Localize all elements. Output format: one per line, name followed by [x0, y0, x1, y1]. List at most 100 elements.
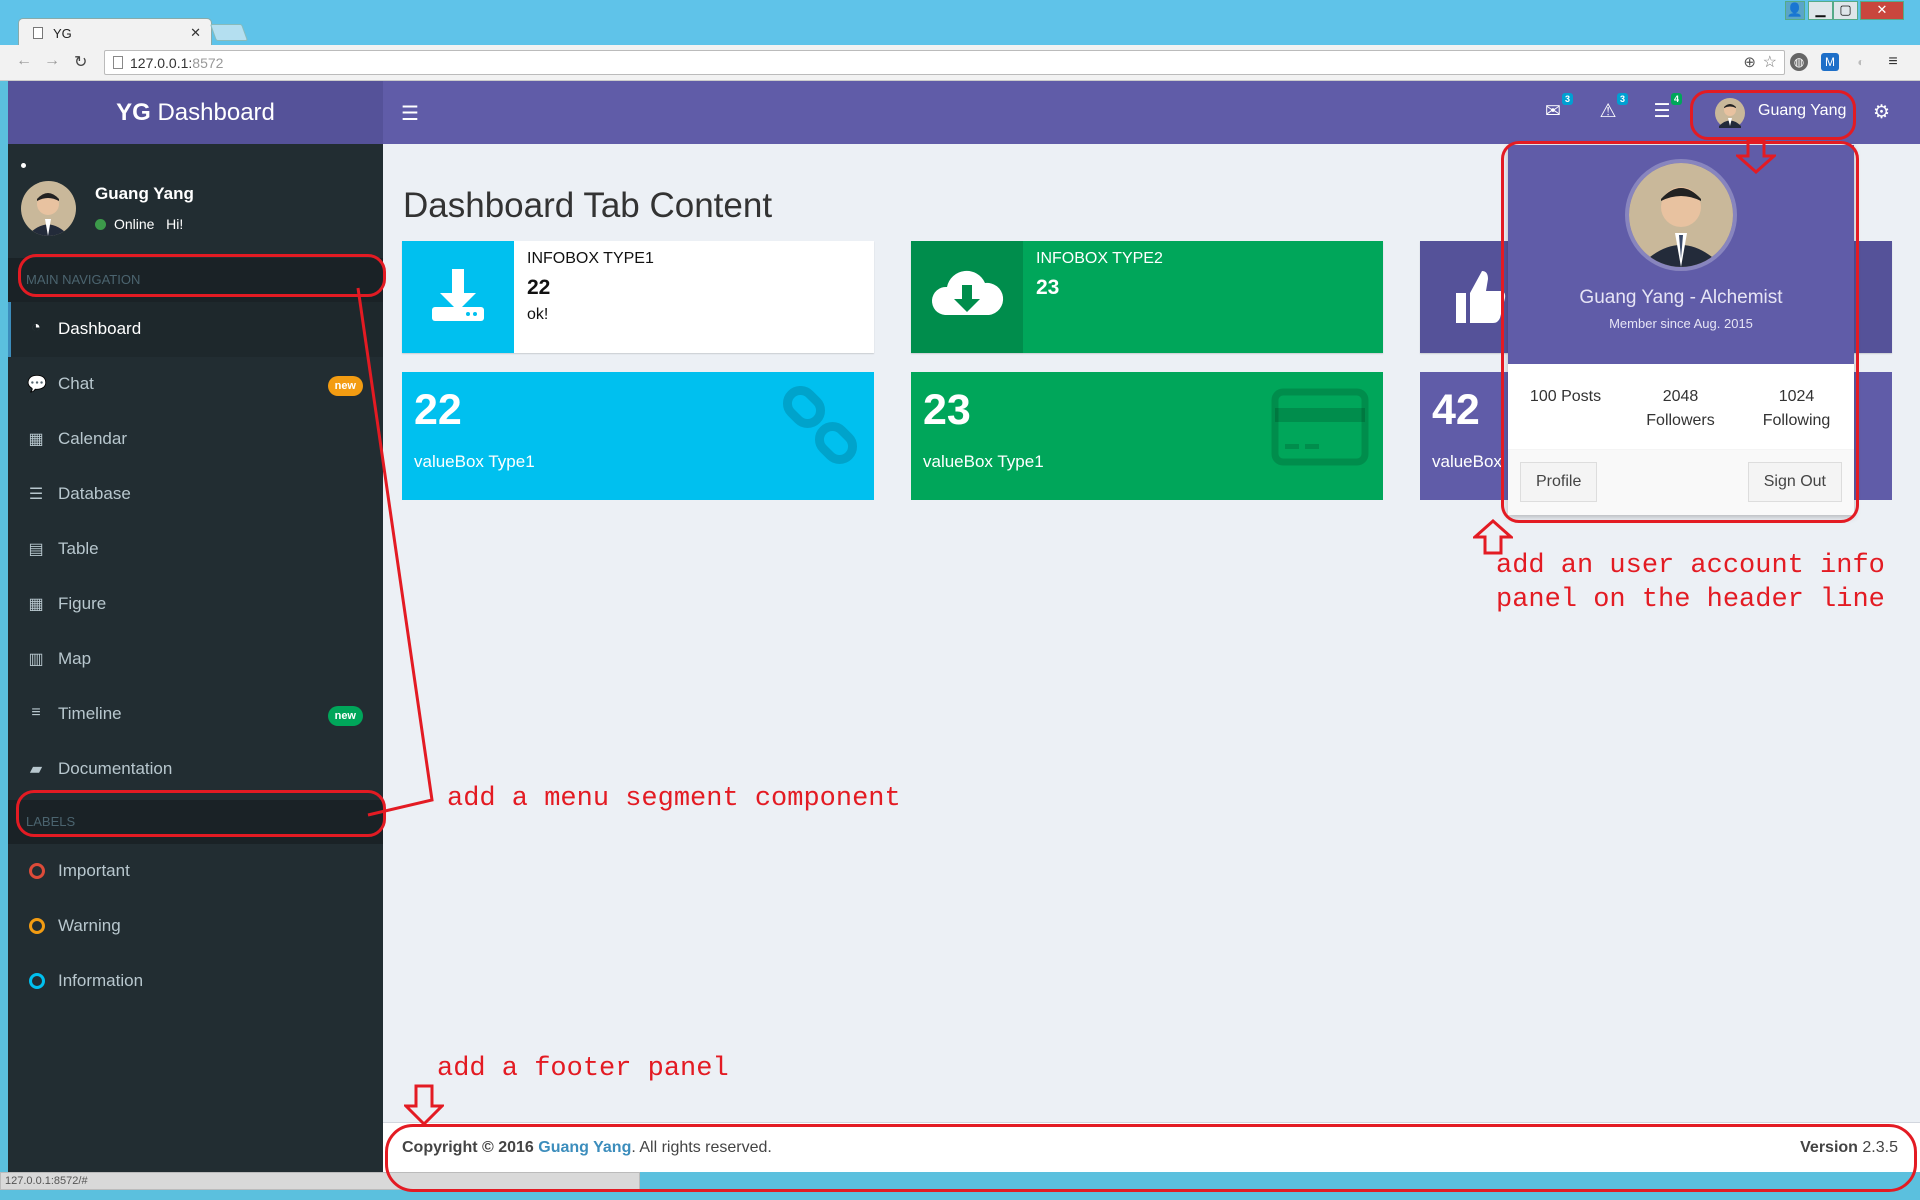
sidebar-item-dashboard[interactable]: ◔ Dashboard	[8, 302, 383, 357]
online-indicator	[95, 219, 106, 230]
sidebar-item-label: Dashboard	[58, 319, 142, 338]
m-extension-icon[interactable]: M	[1821, 53, 1839, 71]
forward-icon[interactable]: →	[44, 52, 60, 70]
globe-icon[interactable]: ◍	[1790, 53, 1808, 71]
new-tab-button[interactable]	[209, 24, 249, 41]
menu-icon[interactable]: ≡	[1884, 53, 1902, 71]
browser-window: { "browser": { "tab_title": "YG", "url_h…	[0, 0, 1920, 1200]
user-icon[interactable]: 👤	[1785, 1, 1805, 20]
logo-text: Dashboard	[150, 99, 275, 126]
warning-icon: ⚠	[1599, 101, 1617, 122]
tasks-badge: 4	[1670, 93, 1682, 105]
sidebar-item-label: Calendar	[58, 429, 127, 448]
zoom-icon[interactable]: ⊕	[1743, 53, 1756, 71]
annotation-connector-lines	[356, 287, 434, 817]
sidebar-item-label: Information	[58, 971, 144, 990]
database-icon: ☰	[28, 486, 44, 503]
circle-information-icon	[29, 973, 45, 989]
valuebox-type1: 22 valueBox Type1	[402, 372, 874, 500]
circle-important-icon	[29, 863, 45, 879]
messages-menu[interactable]: ✉ 3	[1541, 93, 1573, 124]
annotation-highlight-footer	[385, 1124, 1917, 1192]
annotation-arrow-down-icon	[404, 1084, 444, 1126]
infobox-value: 23	[1036, 276, 1060, 299]
browser-toolbar: ← → ↻ 127.0.0.1:8572 ⊕ ☆ ◍ M ◐ ≡	[0, 45, 1920, 81]
tab-title: YG	[53, 26, 72, 41]
annotation-user-panel-line1: add an user account info	[1496, 551, 1885, 581]
sidebar: Guang Yang Online Hi! MAIN NAVIGATION ◔ …	[8, 144, 383, 1172]
window-titlebar: YG ✕ 👤 ▁ ▢ ✕	[0, 0, 1920, 47]
infobox-type2: INFOBOX TYPE2 23	[911, 241, 1383, 353]
tasks-icon: ☰	[1653, 101, 1671, 122]
sidebar-item-important[interactable]: Important	[8, 844, 383, 899]
infobox-value: 22	[527, 276, 551, 299]
sidebar-item-chat[interactable]: 💬 Chat new	[8, 357, 383, 412]
app-logo[interactable]: YG Dashboard	[8, 81, 383, 144]
close-icon[interactable]: ✕	[1860, 1, 1904, 20]
maximize-icon[interactable]: ▢	[1833, 1, 1858, 20]
chat-icon: 💬	[27, 376, 47, 393]
annotation-highlight-user-menu	[1690, 90, 1856, 140]
user-status: Online Hi!	[95, 216, 183, 232]
sidebar-item-documentation[interactable]: ▰ Documentation	[8, 742, 383, 797]
back-icon[interactable]: ←	[16, 52, 32, 70]
status-extra: Hi!	[166, 216, 184, 232]
minimize-icon[interactable]: ▁	[1808, 1, 1833, 20]
annotation-user-panel-line2: panel on the header line	[1496, 585, 1885, 615]
bookmark-star-icon[interactable]: ☆	[1763, 52, 1777, 72]
sidebar-item-map[interactable]: ▥ Map	[8, 632, 383, 687]
annotation-highlight-labels	[16, 790, 386, 837]
envelope-icon: ✉	[1545, 101, 1561, 122]
valuebox-label: valueBox	[1432, 452, 1502, 471]
list-icon: ≡	[31, 704, 41, 721]
tasks-menu[interactable]: ☰ 4	[1650, 93, 1682, 124]
sidebar-item-database[interactable]: ☰ Database	[8, 467, 383, 522]
notifications-menu[interactable]: ⚠ 3	[1596, 93, 1628, 124]
sidebar-item-label: Chat	[58, 374, 94, 393]
infobox-type1: INFOBOX TYPE1 22 ok!	[402, 241, 874, 353]
status-text: Online	[114, 216, 155, 232]
chain-icon	[780, 386, 860, 466]
messages-badge: 3	[1561, 93, 1573, 105]
sidebar-item-calendar[interactable]: ▦ Calendar	[8, 412, 383, 467]
sidebar-item-table[interactable]: ▤ Table	[8, 522, 383, 577]
sidebar-item-warning[interactable]: Warning	[8, 899, 383, 954]
logo-bold: YG	[116, 99, 151, 126]
browser-tab[interactable]: YG ✕	[18, 18, 212, 47]
notifications-badge: 3	[1616, 93, 1628, 105]
book-icon: ▰	[29, 761, 43, 778]
annotation-arrow-down-icon	[1736, 138, 1776, 174]
sidebar-toggle-icon[interactable]: ☰	[401, 101, 419, 126]
sidebar-item-label: Table	[58, 539, 99, 558]
map-icon: ▥	[28, 651, 44, 668]
sidebar-user-name: Guang Yang	[95, 184, 194, 203]
page-icon	[113, 56, 123, 69]
infobox-subtitle: ok!	[527, 306, 549, 323]
address-bar[interactable]: 127.0.0.1:8572 ⊕ ☆	[104, 50, 1785, 75]
extension-icon[interactable]: ◐	[1852, 53, 1870, 71]
sidebar-item-label: Figure	[58, 594, 107, 613]
tab-close-icon[interactable]: ✕	[190, 25, 201, 41]
reload-icon[interactable]: ↻	[74, 52, 87, 72]
circle-warning-icon	[29, 918, 45, 934]
infobox-title: INFOBOX TYPE1	[527, 250, 654, 267]
valuebox-type1-green: 23 valueBox Type1	[911, 372, 1383, 500]
sidebar-item-timeline[interactable]: ≡ Timeline new	[8, 687, 383, 742]
page-title: Dashboard Tab Content	[403, 186, 773, 225]
calendar-icon: ▦	[28, 431, 44, 448]
infobox-title: INFOBOX TYPE2	[1036, 250, 1163, 267]
page-icon	[33, 27, 43, 39]
sidebar-item-figure[interactable]: ▦ Figure	[8, 577, 383, 632]
gears-icon[interactable]: ⚙	[1873, 101, 1890, 124]
avatar	[21, 181, 76, 236]
sidebar-item-information[interactable]: Information	[8, 954, 383, 1009]
sidebar-item-label: Map	[58, 649, 92, 668]
url-host: 127.0.0.1:	[130, 55, 193, 71]
sidebar-item-label: Database	[58, 484, 131, 503]
sidebar-item-label: Important	[58, 861, 130, 880]
valuebox-value: 23	[923, 386, 971, 434]
credit-card-icon	[1271, 386, 1369, 466]
annotation-menu-segment: add a menu segment component	[447, 784, 901, 814]
url-port: 8572	[192, 55, 224, 71]
grid-icon: ▦	[28, 596, 44, 613]
